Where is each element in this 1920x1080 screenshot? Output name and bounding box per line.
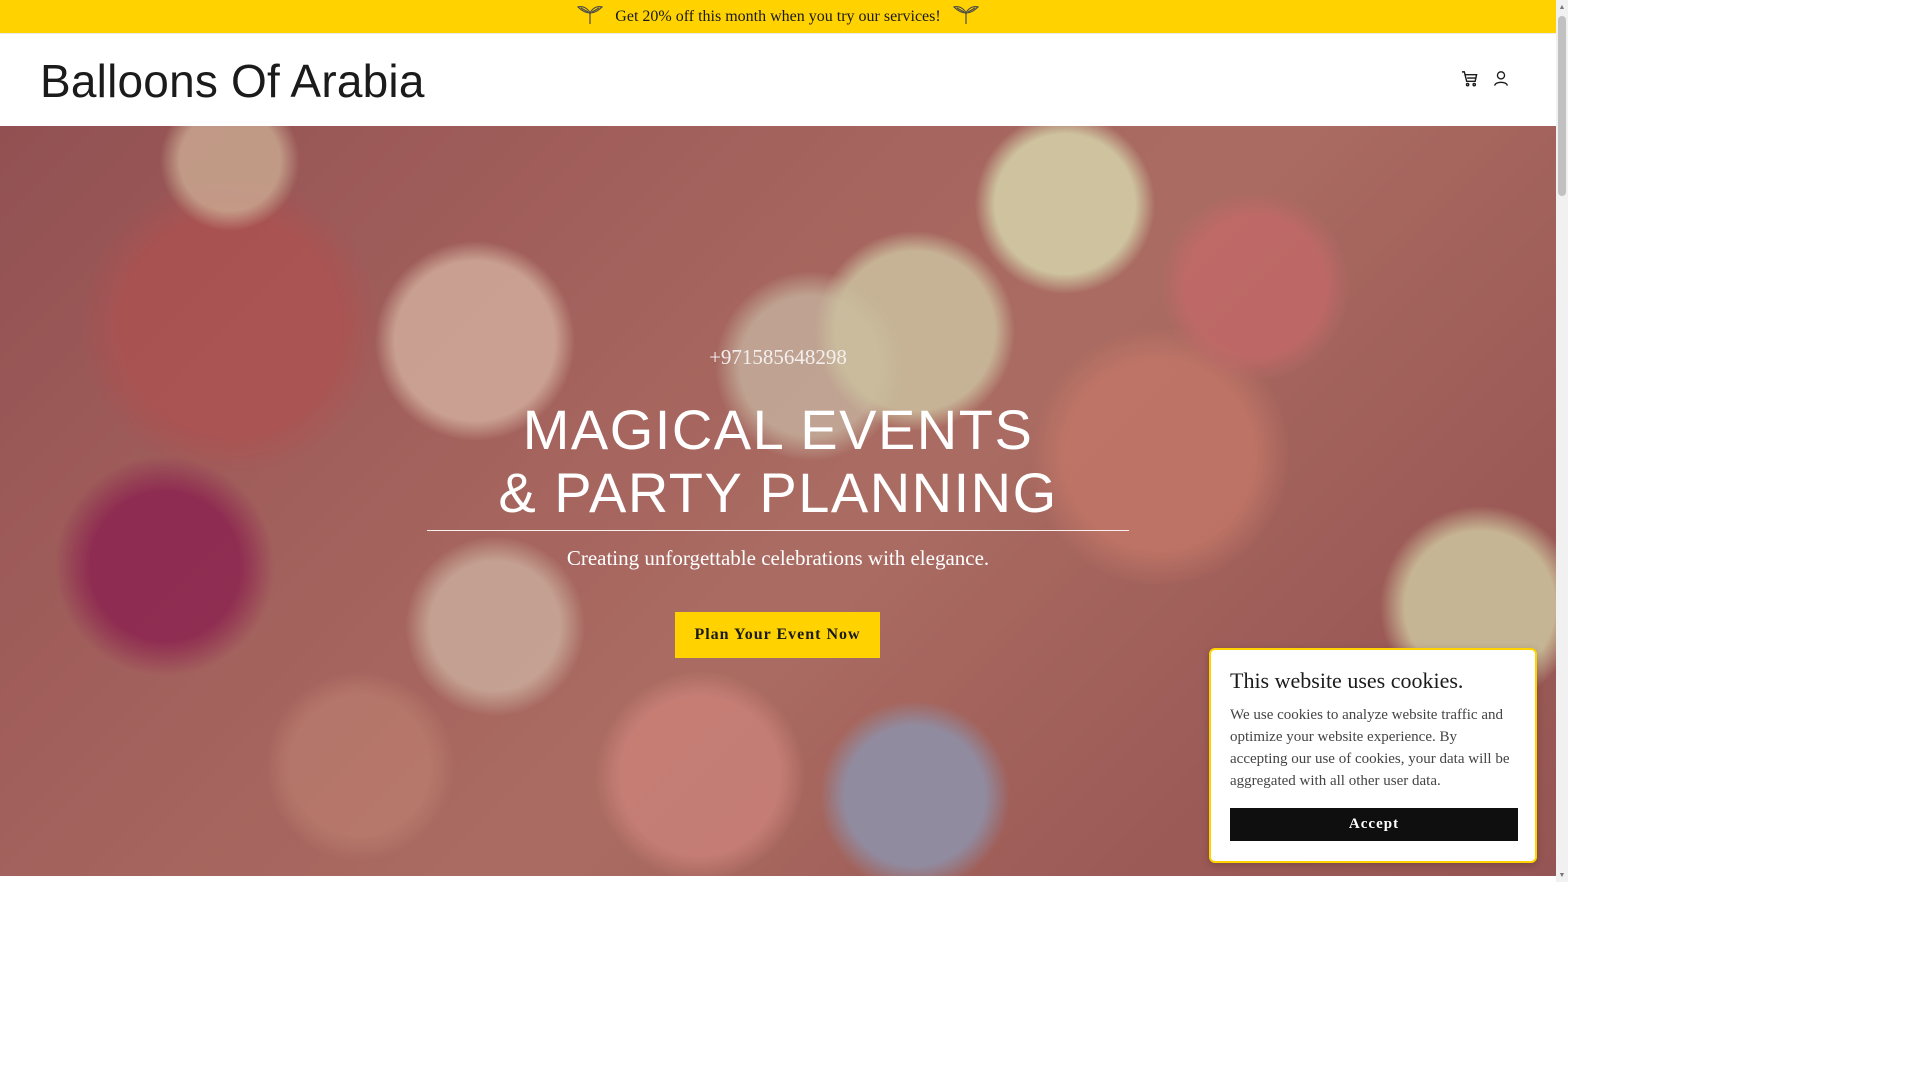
header-icons (1460, 68, 1510, 88)
leaf-sprout-icon (577, 3, 604, 30)
promo-bar: Get 20% off this month when you try our … (0, 0, 1556, 33)
hero-divider (427, 530, 1129, 531)
accept-cookies-button[interactable]: Accept (1230, 808, 1518, 841)
plan-event-button[interactable]: Plan Your Event Now (675, 612, 880, 658)
scrollbar-thumb[interactable] (1558, 16, 1566, 196)
hero-subtitle: Creating unforgettable celebrations with… (566, 546, 990, 570)
cookie-banner: This website uses cookies. We use cookie… (1209, 648, 1537, 863)
hero-title: MAGICAL EVENTS & PARTY PLANNING (0, 398, 1556, 524)
scroll-up-icon[interactable]: ▲ (1558, 3, 1566, 11)
leaf-sprout-icon (952, 3, 979, 30)
account-icon[interactable] (1492, 68, 1510, 88)
hero-phone[interactable]: +971585648298 (0, 345, 1556, 370)
cart-icon[interactable] (1460, 68, 1478, 88)
hero-title-text: MAGICAL EVENTS & PARTY PLANNING (498, 398, 1058, 524)
site-title[interactable]: Balloons Of Arabia (40, 54, 425, 108)
cookie-text: We use cookies to analyze website traffi… (1230, 707, 1510, 789)
promo-text: Get 20% off this month when you try our … (615, 7, 941, 25)
cookie-title: This website uses cookies. (1230, 668, 1464, 693)
scrollbar[interactable]: ▲ ▼ (1556, 0, 1568, 882)
site-header: Balloons Of Arabia (0, 33, 1556, 126)
scroll-down-icon[interactable]: ▼ (1558, 871, 1566, 879)
